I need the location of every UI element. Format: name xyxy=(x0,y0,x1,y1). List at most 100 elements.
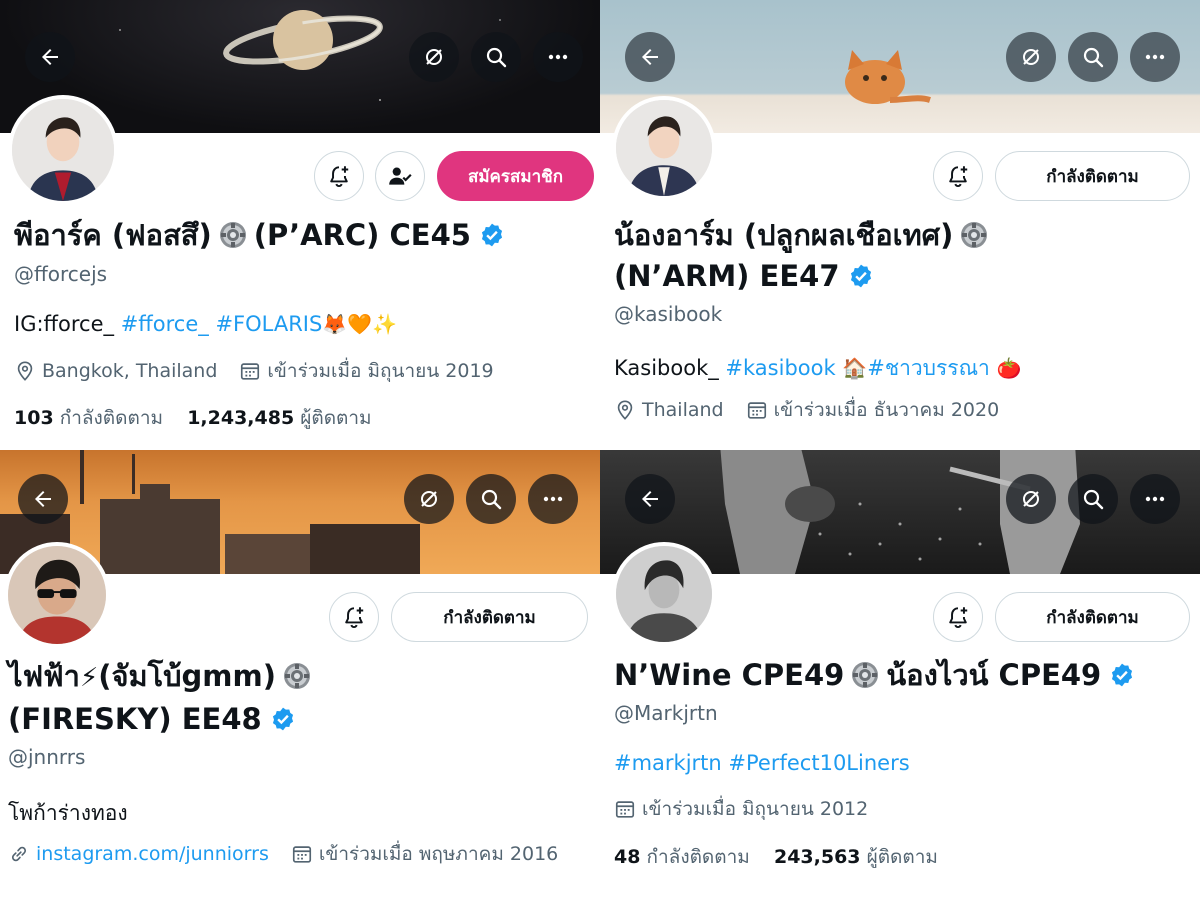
more-button[interactable] xyxy=(533,32,583,82)
display-name: พีอาร์ค (ฟอสสึ) (P’ARC) CE45 xyxy=(14,215,505,256)
more-icon xyxy=(546,45,570,69)
notification-button[interactable] xyxy=(314,151,364,201)
bio: #markjrtn #Perfect10Liners xyxy=(614,751,910,775)
gear-emoji-icon xyxy=(282,661,312,691)
back-arrow-icon xyxy=(38,45,62,69)
hashtag-link[interactable]: #FOLARIS xyxy=(215,312,322,336)
grok-button[interactable] xyxy=(409,32,459,82)
notification-button[interactable] xyxy=(329,592,379,642)
following-button[interactable]: กำลังติดตาม xyxy=(391,592,588,642)
person-check-icon xyxy=(387,163,413,189)
avatar[interactable] xyxy=(4,542,110,648)
hashtag-link[interactable]: #kasibook xyxy=(725,356,835,380)
hashtag-link[interactable]: #markjrtn xyxy=(614,751,722,775)
join-date: เข้าร่วมเมื่อ มิถุนายน 2012 xyxy=(642,798,869,820)
profile-panel-4: กำลังติดตาม N’Wine CPE49 น้องไวน์ CPE49 @… xyxy=(600,450,1200,900)
back-button[interactable] xyxy=(625,474,675,524)
calendar-icon xyxy=(746,399,768,421)
subscribe-button[interactable]: สมัครสมาชิก xyxy=(437,151,594,201)
following-link[interactable]: 103 กำลังติดตาม xyxy=(14,407,163,429)
calendar-icon xyxy=(291,843,313,865)
display-name: น้องอาร์ม (ปลูกผลเชือเทศ) (N’ARM) EE47 xyxy=(614,215,995,297)
hashtag-link[interactable]: #Perfect10Liners xyxy=(728,751,909,775)
profile-panel-2: กำลังติดตาม น้องอาร์ม (ปลูกผลเชือเทศ) (N… xyxy=(600,0,1200,450)
back-button[interactable] xyxy=(625,32,675,82)
followers-link[interactable]: 243,563 ผู้ติดตาม xyxy=(774,846,938,868)
search-button[interactable] xyxy=(1068,474,1118,524)
verified-badge-icon xyxy=(479,222,505,248)
avatar-image xyxy=(616,546,712,642)
lightning-emoji: ⚡ xyxy=(79,663,99,693)
back-arrow-icon xyxy=(31,487,55,511)
bio-emoji-house: 🏠 xyxy=(842,356,868,380)
followers-link[interactable]: 1,243,485 ผู้ติดตาม xyxy=(187,407,371,429)
profile-meta: เข้าร่วมเมื่อ มิถุนายน 2012 xyxy=(614,794,868,824)
bell-plus-icon xyxy=(326,163,352,189)
display-name: ไฟฟ้า⚡(จัมโบ้gmm) (FIRESKY) EE48 xyxy=(8,656,318,740)
back-arrow-icon xyxy=(638,487,662,511)
username: @jnnrrs xyxy=(8,745,86,769)
verified-badge-icon xyxy=(1109,662,1135,688)
search-icon xyxy=(484,45,508,69)
location-pin-icon xyxy=(614,399,636,421)
location: Bangkok, Thailand xyxy=(42,360,218,382)
follow-stats: 103 กำลังติดตาม 1,243,485 ผู้ติดตาม xyxy=(14,403,372,433)
back-button[interactable] xyxy=(25,32,75,82)
avatar-image xyxy=(12,99,114,201)
avatar[interactable] xyxy=(612,542,716,646)
grok-icon xyxy=(417,487,441,511)
bio: Kasibook_ #kasibook 🏠#ชาวบรรณา 🍅 xyxy=(614,356,1022,380)
grok-button[interactable] xyxy=(1006,32,1056,82)
join-date: เข้าร่วมเมื่อ พฤษภาคม 2016 xyxy=(318,843,559,865)
website-link[interactable]: instagram.com/junniorrs xyxy=(36,843,269,865)
search-button[interactable] xyxy=(471,32,521,82)
avatar-image xyxy=(616,100,712,196)
back-arrow-icon xyxy=(638,45,662,69)
search-button[interactable] xyxy=(1068,32,1118,82)
profile-meta: Bangkok, Thailand เข้าร่วมเมื่อ มิถุนายน… xyxy=(14,356,494,386)
following-status-button[interactable] xyxy=(375,151,425,201)
avatar[interactable] xyxy=(8,95,118,205)
verified-badge-icon xyxy=(848,263,874,289)
calendar-icon xyxy=(614,798,636,820)
grok-icon xyxy=(1019,487,1043,511)
notification-button[interactable] xyxy=(933,592,983,642)
grok-button[interactable] xyxy=(1006,474,1056,524)
profile-panel-3: กำลังติดตาม ไฟฟ้า⚡(จัมโบ้gmm) (FIRESKY) … xyxy=(0,450,600,900)
gear-emoji-icon xyxy=(218,220,248,250)
bio-emoji-tomato: 🍅 xyxy=(996,356,1022,380)
grok-icon xyxy=(422,45,446,69)
hashtag-link[interactable]: #ชาวบรรณา xyxy=(867,356,990,380)
search-icon xyxy=(1081,487,1105,511)
grok-icon xyxy=(1019,45,1043,69)
following-button[interactable]: กำลังติดตาม xyxy=(995,592,1190,642)
bell-plus-icon xyxy=(945,604,971,630)
notification-button[interactable] xyxy=(933,151,983,201)
username: @fforcejs xyxy=(14,262,108,286)
profile-meta: instagram.com/junniorrs เข้าร่วมเมื่อ พฤ… xyxy=(8,839,558,869)
location: Thailand xyxy=(642,399,724,421)
display-name: N’Wine CPE49 น้องไวน์ CPE49 xyxy=(614,655,1135,696)
grok-button[interactable] xyxy=(404,474,454,524)
calendar-icon xyxy=(239,360,261,382)
following-button[interactable]: กำลังติดตาม xyxy=(995,151,1190,201)
more-button[interactable] xyxy=(528,474,578,524)
search-icon xyxy=(1081,45,1105,69)
follow-stats: 48 กำลังติดตาม 243,563 ผู้ติดตาม xyxy=(614,842,938,872)
more-button[interactable] xyxy=(1130,474,1180,524)
following-link[interactable]: 48 กำลังติดตาม xyxy=(614,846,750,868)
search-button[interactable] xyxy=(466,474,516,524)
hashtag-link[interactable]: #fforce_ xyxy=(121,312,209,336)
username: @Markjrtn xyxy=(614,701,718,725)
bio-emojis: 🦊🧡✨ xyxy=(322,312,398,336)
more-icon xyxy=(1143,45,1167,69)
bell-plus-icon xyxy=(341,604,367,630)
avatar-image xyxy=(8,546,106,644)
join-date: เข้าร่วมเมื่อ ธันวาคม 2020 xyxy=(773,399,1000,421)
bio: IG:fforce_ #fforce_ #FOLARIS🦊🧡✨ xyxy=(14,312,398,336)
more-button[interactable] xyxy=(1130,32,1180,82)
avatar[interactable] xyxy=(612,96,716,200)
more-icon xyxy=(541,487,565,511)
back-button[interactable] xyxy=(18,474,68,524)
bio: โพก้าร่างทอง xyxy=(8,801,128,825)
